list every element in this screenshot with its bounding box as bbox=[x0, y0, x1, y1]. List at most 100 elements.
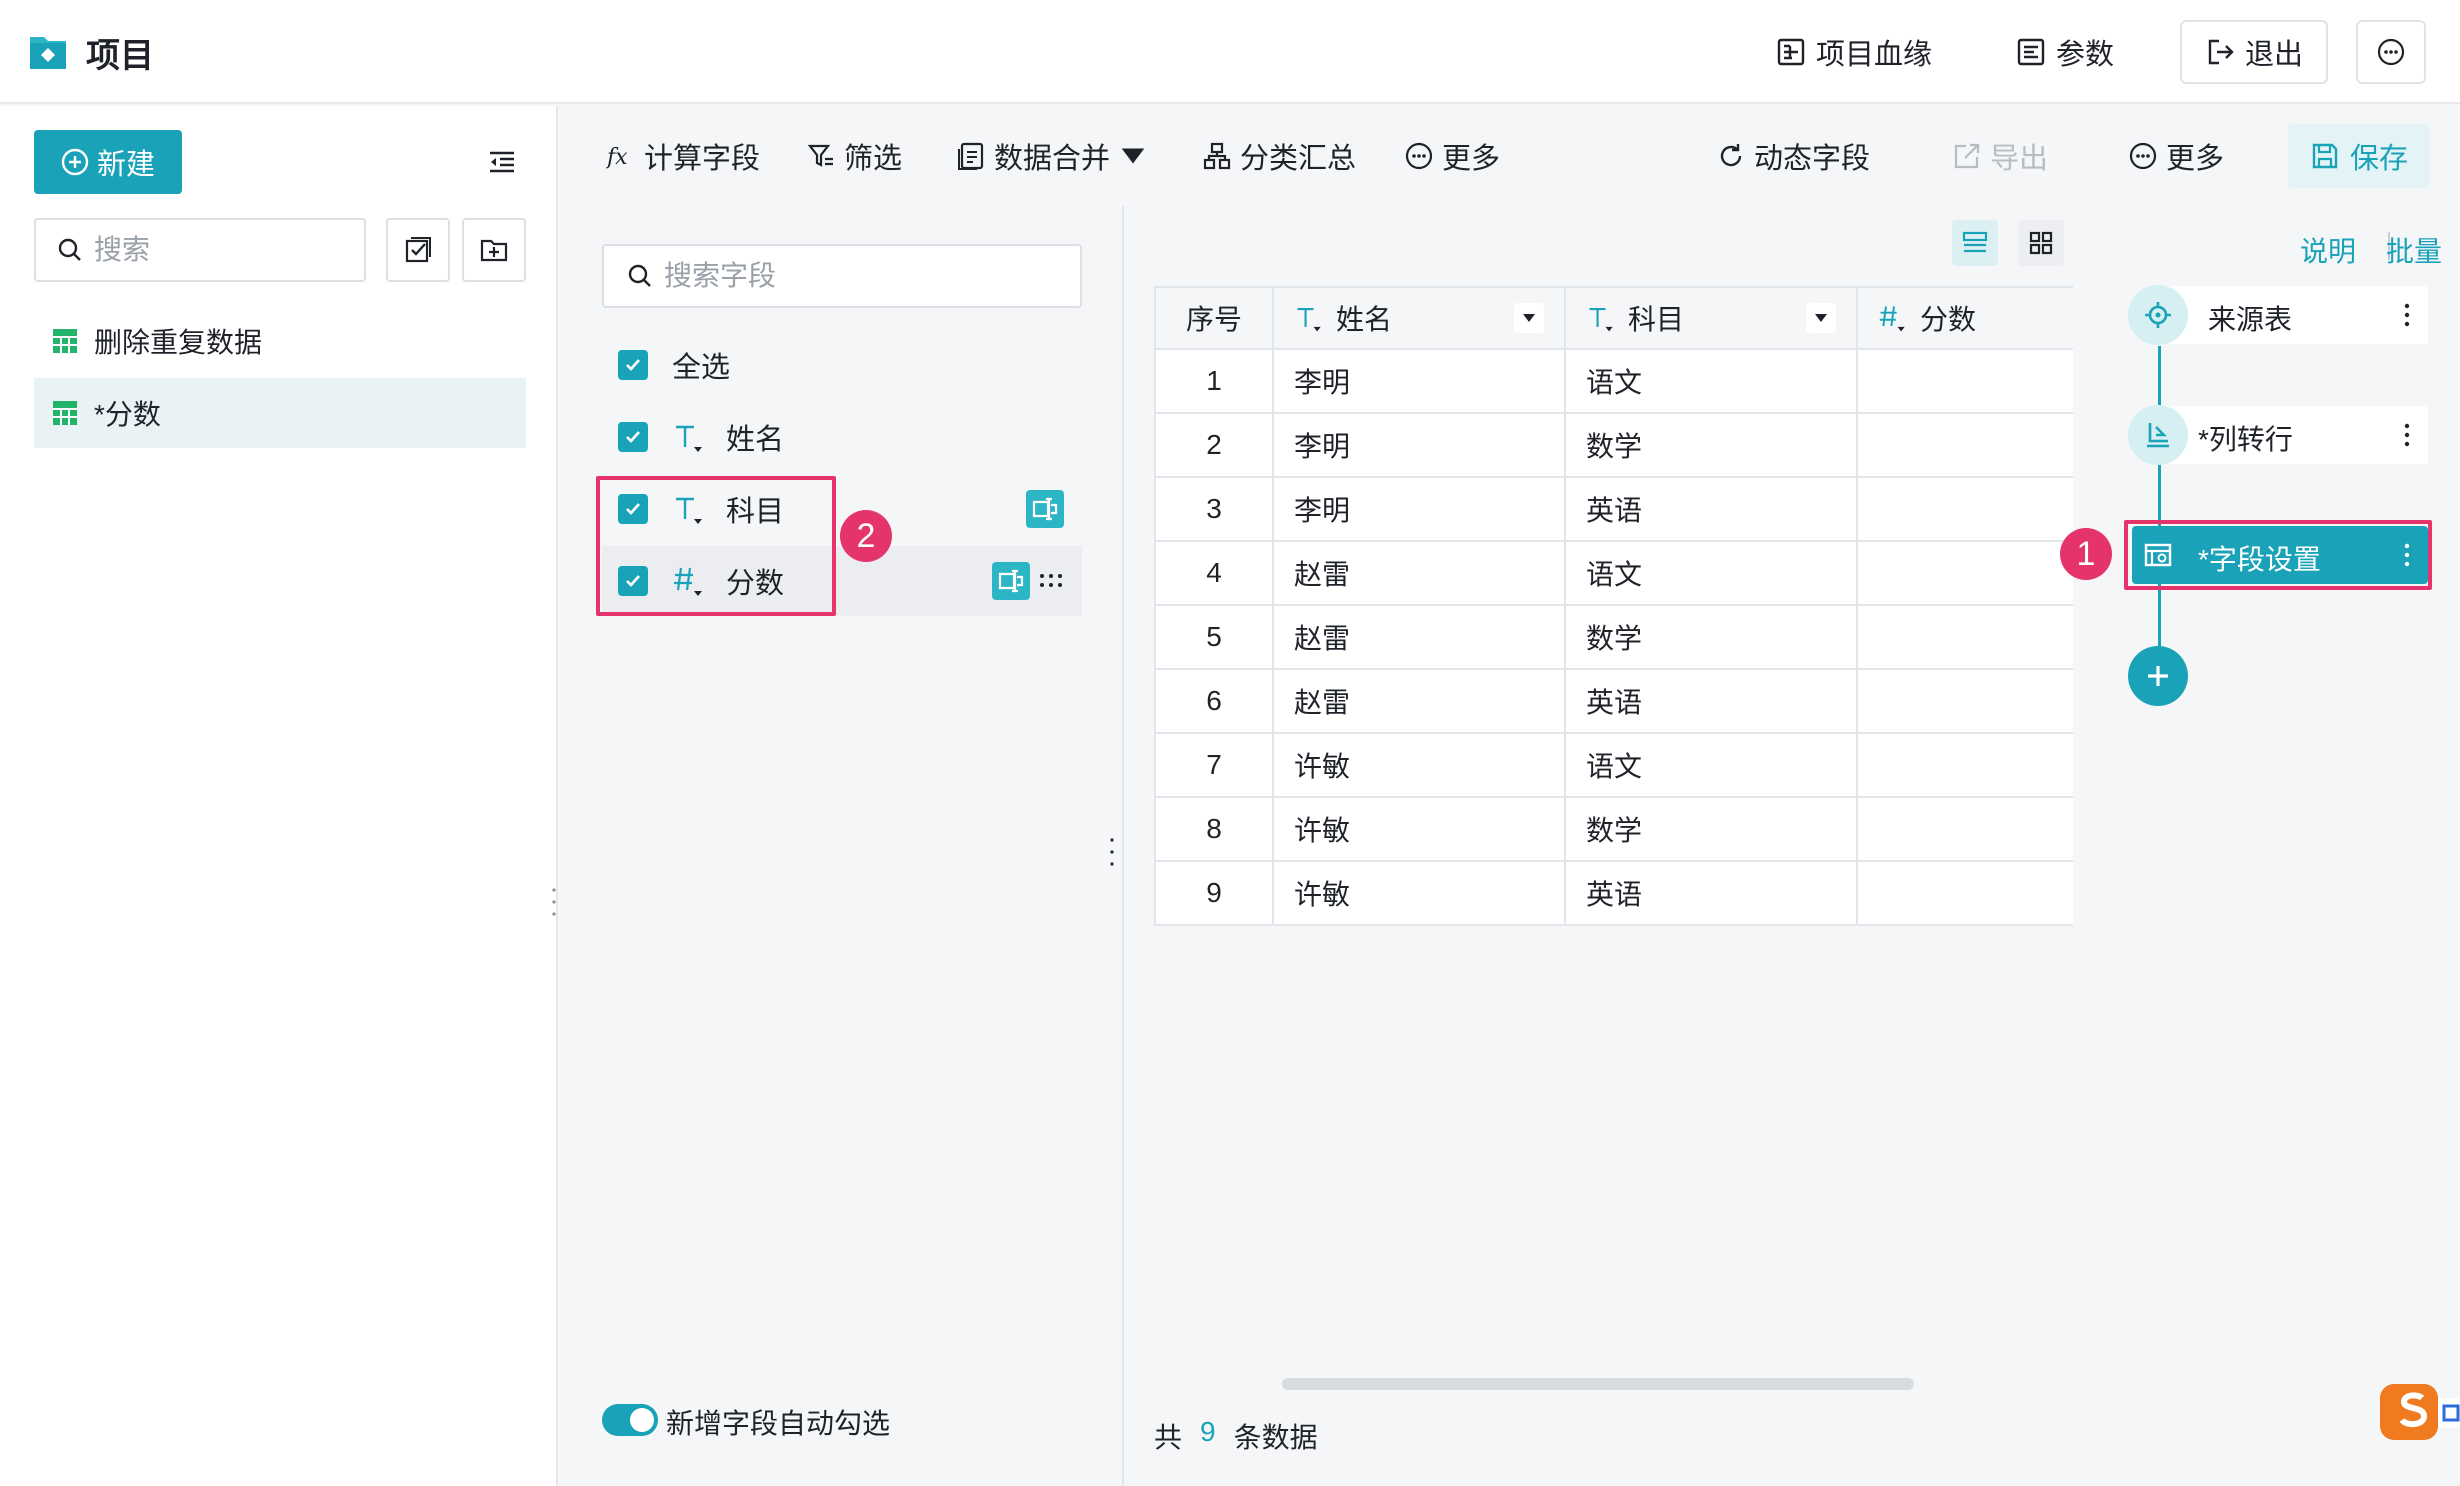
cell-score bbox=[1856, 732, 2073, 798]
field-row-name[interactable]: 姓名 bbox=[602, 402, 1082, 472]
field-search-input[interactable] bbox=[664, 260, 1064, 292]
sidebar-item-dedupe[interactable]: 删除重复数据 bbox=[34, 306, 526, 376]
more-right-button[interactable]: 更多 bbox=[2128, 134, 2224, 178]
column-header-label: 科目 bbox=[1628, 304, 1685, 335]
kebab-menu-icon[interactable] bbox=[2392, 300, 2422, 330]
project-lineage-button[interactable]: 项目血缘 bbox=[1776, 30, 1932, 74]
horizontal-scrollbar[interactable] bbox=[1282, 1378, 1914, 1390]
text-type-icon[interactable] bbox=[672, 419, 708, 455]
caret-down-icon bbox=[1523, 314, 1535, 322]
lineage-icon bbox=[1777, 38, 1805, 66]
dynamic-field-button[interactable]: 动态字段 bbox=[1716, 134, 1870, 178]
cell-name: 许敏 bbox=[1272, 796, 1566, 862]
flow-step-unpivot[interactable]: *列转行 bbox=[2128, 405, 2428, 465]
check-icon bbox=[626, 431, 640, 443]
sidebar-resize-handle[interactable] bbox=[552, 886, 556, 918]
sidebar-search[interactable] bbox=[34, 218, 366, 282]
rename-field-icon[interactable] bbox=[992, 562, 1030, 600]
text-type-icon[interactable] bbox=[672, 491, 708, 527]
more-circle-icon bbox=[2129, 142, 2157, 170]
column-header-name[interactable]: 姓名 bbox=[1272, 286, 1566, 350]
field-settings-panel: 全选 姓名 科目 分数 2 新增字段自动勾选 bbox=[560, 206, 1124, 1486]
field-settings-icon bbox=[2128, 525, 2188, 585]
exit-button[interactable]: 退出 bbox=[2180, 20, 2328, 84]
select-all-checkbox[interactable] bbox=[618, 350, 648, 380]
table-row[interactable]: 8 许敏 数学 bbox=[1154, 796, 2073, 862]
column-header-index: 序号 bbox=[1154, 286, 1274, 350]
group-summary-button[interactable]: 分类汇总 bbox=[1202, 134, 1356, 178]
table-row[interactable]: 3 李明 英语 bbox=[1154, 476, 2073, 542]
table-row[interactable]: 6 赵雷 英语 bbox=[1154, 668, 2073, 734]
flow-step-source[interactable]: 来源表 bbox=[2128, 285, 2428, 345]
batch-link[interactable]: 批量 bbox=[2386, 230, 2442, 270]
column-dropdown-button[interactable] bbox=[1514, 303, 1544, 333]
unpivot-icon bbox=[2128, 405, 2188, 465]
group-summary-icon bbox=[1203, 142, 1231, 170]
batch-select-button[interactable] bbox=[386, 218, 450, 282]
flow-step-field-settings[interactable]: *字段设置 bbox=[2128, 526, 2428, 584]
panel-resize-handle[interactable] bbox=[1110, 836, 1114, 868]
list-view-button[interactable] bbox=[1952, 220, 1998, 266]
cell-score bbox=[1856, 348, 2073, 414]
text-type-icon bbox=[1297, 308, 1321, 332]
project-sidebar: 新建 删除重复数据 *分数 bbox=[0, 106, 558, 1486]
table-row[interactable]: 5 赵雷 数学 bbox=[1154, 604, 2073, 670]
rename-field-icon[interactable] bbox=[1026, 490, 1064, 528]
field-checkbox[interactable] bbox=[618, 422, 648, 452]
cell-subject: 英语 bbox=[1564, 668, 1858, 734]
save-button[interactable]: 保存 bbox=[2288, 124, 2430, 188]
data-merge-button[interactable]: 数据合并 bbox=[956, 134, 1148, 178]
table-row[interactable]: 1 李明 语文 bbox=[1154, 348, 2073, 414]
new-folder-button[interactable] bbox=[462, 218, 526, 282]
more-options-button[interactable] bbox=[2356, 20, 2426, 84]
plus-icon bbox=[2148, 666, 2168, 686]
table-row[interactable]: 2 李明 数学 bbox=[1154, 412, 2073, 478]
grid-view-icon bbox=[2029, 231, 2053, 255]
cell-name: 李明 bbox=[1272, 412, 1566, 478]
row-count-footer: 共 9 条数据 bbox=[1154, 1416, 1318, 1456]
cell-score bbox=[1856, 860, 2073, 926]
calc-field-button[interactable]: fx 计算字段 bbox=[606, 134, 760, 178]
cell-name: 许敏 bbox=[1272, 860, 1566, 926]
more-left-button[interactable]: 更多 bbox=[1404, 134, 1500, 178]
kebab-menu-icon[interactable] bbox=[2392, 540, 2422, 570]
field-name: 分数 bbox=[726, 568, 785, 600]
more-circle-icon bbox=[1405, 142, 1433, 170]
checkbox-select-icon bbox=[405, 237, 431, 263]
cell-name: 李明 bbox=[1272, 476, 1566, 542]
sidebar-item-label: 删除重复数据 bbox=[94, 327, 263, 358]
column-header-score[interactable]: 分数 bbox=[1856, 286, 2073, 350]
auto-check-toggle[interactable] bbox=[602, 1404, 658, 1436]
sidebar-search-input[interactable] bbox=[94, 234, 354, 266]
field-search[interactable] bbox=[602, 244, 1082, 308]
calc-field-label: 计算字段 bbox=[644, 143, 761, 175]
field-checkbox[interactable] bbox=[618, 494, 648, 524]
kebab-menu-icon[interactable] bbox=[2392, 420, 2422, 450]
table-row[interactable]: 9 许敏 英语 bbox=[1154, 860, 2073, 926]
exit-label: 退出 bbox=[2244, 39, 2303, 71]
check-icon bbox=[626, 359, 640, 371]
flow-step-card bbox=[2158, 286, 2428, 344]
filter-button[interactable]: 筛选 bbox=[806, 134, 902, 178]
column-header-subject[interactable]: 科目 bbox=[1564, 286, 1858, 350]
new-button[interactable]: 新建 bbox=[34, 130, 182, 194]
merge-icon bbox=[958, 142, 984, 170]
explain-link[interactable]: 说明 bbox=[2300, 230, 2356, 270]
number-type-icon[interactable] bbox=[672, 563, 708, 599]
select-all-row[interactable]: 全选 bbox=[602, 330, 1082, 400]
collapse-sidebar-icon[interactable] bbox=[486, 146, 518, 178]
export-button[interactable]: 导出 bbox=[1952, 134, 2048, 178]
params-button[interactable]: 参数 bbox=[2016, 30, 2114, 74]
table-row[interactable]: 4 赵雷 语文 bbox=[1154, 540, 2073, 606]
sidebar-item-score[interactable]: *分数 bbox=[34, 378, 526, 448]
add-step-button[interactable] bbox=[2128, 646, 2188, 706]
column-dropdown-button[interactable] bbox=[1806, 303, 1836, 333]
field-checkbox[interactable] bbox=[618, 566, 648, 596]
app-header: 项目 项目血缘 参数 退出 bbox=[0, 0, 2460, 104]
cell-index: 2 bbox=[1154, 412, 1274, 478]
drag-handle-icon[interactable] bbox=[1036, 566, 1066, 596]
table-row[interactable]: 7 许敏 语文 bbox=[1154, 732, 2073, 798]
grid-view-button[interactable] bbox=[2018, 220, 2064, 266]
caret-down-icon bbox=[1121, 148, 1145, 164]
data-preview-area: 序号 姓名 科目 分数 1 李明 语文 2 李明 数学 3 李明 英语 4 赵雷… bbox=[1126, 206, 2100, 1486]
